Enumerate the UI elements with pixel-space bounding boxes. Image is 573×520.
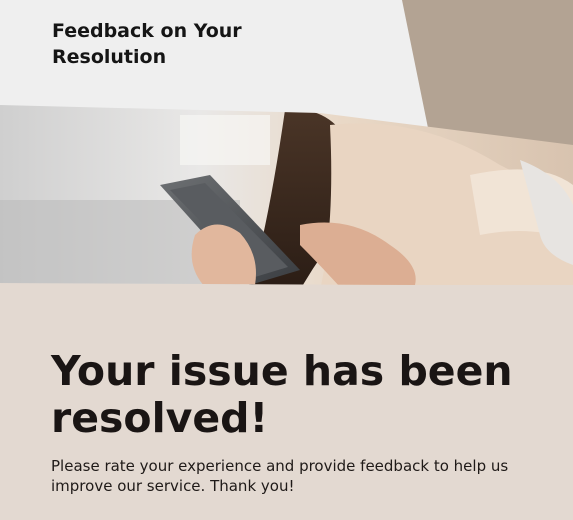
feedback-prompt-text: Please rate your experience and provide …: [51, 457, 509, 495]
resolved-heading: Your issue has been resolved!: [51, 347, 513, 442]
hero-photo: [0, 105, 573, 285]
